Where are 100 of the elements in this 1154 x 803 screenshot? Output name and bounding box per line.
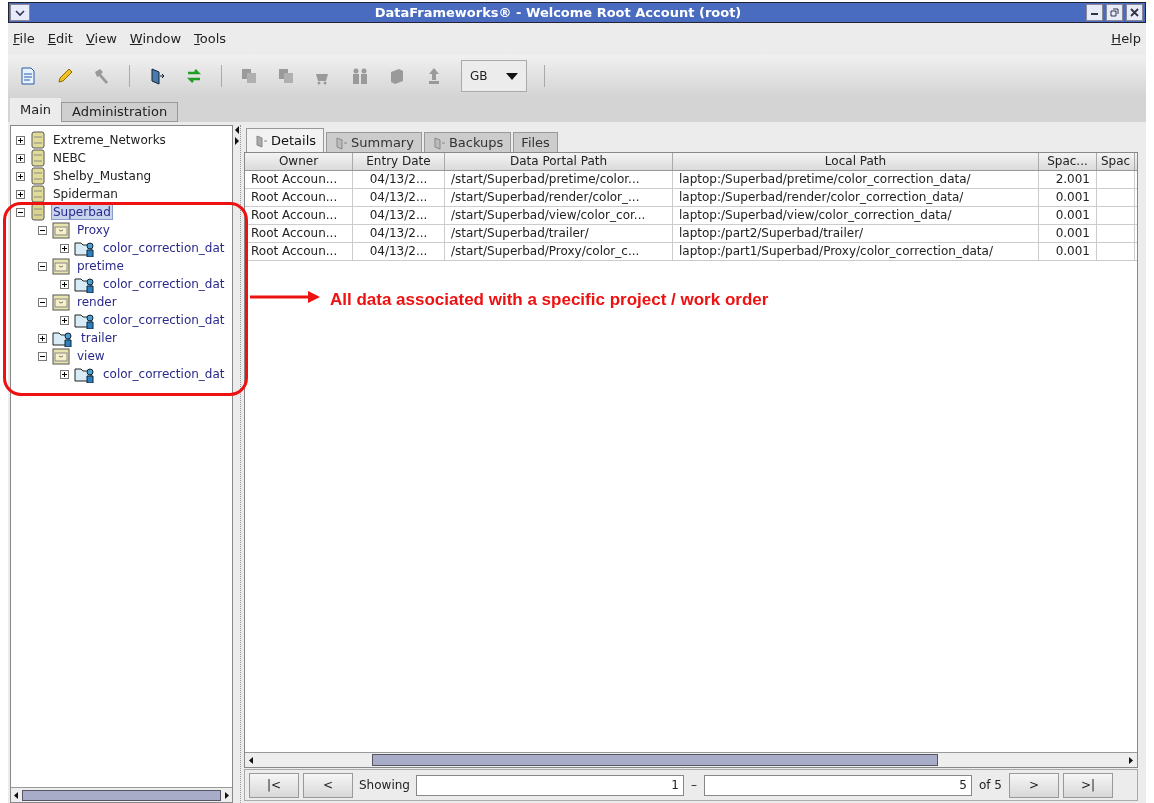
menu-item[interactable]: Help	[1111, 29, 1141, 49]
total-label: of 5	[977, 777, 1003, 794]
tab-icon	[334, 135, 349, 150]
expand-toggle[interactable]	[16, 171, 25, 181]
last-page-button[interactable]: >|	[1062, 772, 1113, 798]
table-cell: /start/Superbad/trailer/	[445, 225, 673, 242]
table-cell: 0.001	[1039, 243, 1097, 260]
column-header[interactable]: Spac...	[1039, 153, 1097, 170]
annotation-text: All data associated with a specific project / work order	[330, 289, 769, 311]
expand-toggle[interactable]	[60, 315, 69, 325]
expand-toggle[interactable]	[38, 333, 47, 343]
expand-toggle[interactable]	[60, 243, 69, 253]
horizontal-scrollbar[interactable]	[11, 787, 232, 802]
table-cell: /start/Superbad/view/color_cor...	[445, 207, 673, 224]
tab[interactable]: Summary	[326, 132, 422, 152]
maximize-icon	[1110, 8, 1119, 17]
collapse-toggle[interactable]	[38, 261, 47, 271]
pencil-icon[interactable]	[55, 66, 75, 86]
tree-item[interactable]: Proxy	[75, 222, 112, 238]
table-cell: /start/Superbad/pretime/color...	[445, 171, 673, 188]
tree-item[interactable]: view	[75, 348, 107, 364]
tree-item[interactable]: trailer	[79, 330, 119, 346]
table-cell: Root Accoun...	[245, 243, 353, 260]
expand-toggle[interactable]	[60, 279, 69, 289]
tab[interactable]: Main	[10, 98, 62, 122]
tree-item[interactable]: pretime	[75, 258, 126, 274]
expand-toggle[interactable]	[16, 189, 25, 199]
previous-page-button[interactable]: <	[303, 772, 353, 798]
table-cell: 04/13/2...	[353, 207, 445, 224]
arrow	[250, 290, 322, 304]
range-dash: –	[689, 777, 698, 794]
collapse-toggle[interactable]	[38, 351, 47, 361]
menu-item[interactable]: Edit	[47, 29, 73, 49]
table-cell: 0.001	[1039, 225, 1097, 242]
folder-icon	[52, 221, 70, 239]
close-icon	[1130, 8, 1139, 17]
folder-icon	[52, 257, 70, 275]
chevron-down-icon	[15, 8, 25, 17]
first-page-button[interactable]: |<	[249, 772, 299, 798]
tree-item[interactable]: render	[75, 294, 119, 310]
table-cell: 04/13/2...	[353, 225, 445, 242]
column-header[interactable]: Data Portal Path	[445, 153, 673, 170]
project-icon	[30, 185, 46, 203]
tree-item[interactable]: color_correction_dat	[101, 276, 227, 292]
expand-toggle[interactable]	[16, 135, 25, 145]
range-end-field[interactable]: 5	[703, 774, 972, 796]
minimize-button[interactable]	[1086, 4, 1103, 21]
shared-folder-icon	[74, 239, 96, 257]
tree-item[interactable]: color_correction_dat	[101, 240, 227, 256]
tab[interactable]: Files	[513, 132, 558, 152]
collapse-toggle[interactable]	[38, 225, 47, 235]
table-cell: 2.001	[1039, 171, 1097, 188]
window-menu-button[interactable]	[10, 4, 30, 21]
collapse-toggle[interactable]	[38, 297, 47, 307]
menu-item[interactable]: View	[85, 29, 117, 49]
menu-item[interactable]: Tools	[194, 29, 227, 49]
shared-folder-icon	[74, 311, 96, 329]
tab-icon	[431, 135, 446, 150]
tree-item[interactable]: Shelby_Mustang	[51, 168, 154, 184]
folder-icon	[52, 347, 70, 365]
table-cell: laptop:/part1/Superbad/Proxy/color_correction_data/	[673, 243, 1039, 260]
table-cell: 0.001	[1039, 207, 1097, 224]
tab[interactable]: Administration	[61, 102, 179, 122]
table-cell: /start/Superbad/Proxy/color_c...	[445, 243, 673, 260]
shared-folder-icon	[74, 275, 96, 293]
expand-toggle[interactable]	[60, 369, 69, 379]
column-header[interactable]: Spac	[1097, 153, 1135, 170]
project-icon	[30, 167, 46, 185]
column-header[interactable]: Local Path	[673, 153, 1039, 170]
table-cell: laptop:/part2/Superbad/trailer/	[673, 225, 1039, 242]
range-start-field[interactable]: 1	[415, 774, 684, 796]
tree-item[interactable]: Spiderman	[51, 186, 120, 202]
next-page-button[interactable]: >	[1008, 772, 1059, 798]
tree-item[interactable]: color_correction_dat	[101, 366, 227, 382]
collapse-toggle[interactable]	[16, 207, 25, 217]
close-button[interactable]	[1126, 4, 1143, 21]
table-cell: 04/13/2...	[353, 171, 445, 188]
window-title: DataFrameworks® - Welcome Root Account (root)	[373, 3, 743, 22]
table-cell: /start/Superbad/render/color_...	[445, 189, 673, 206]
shared-folder-icon	[52, 329, 74, 347]
shared-folder-icon	[74, 365, 96, 383]
expand-toggle[interactable]	[16, 153, 25, 163]
tab[interactable]: Backups	[423, 132, 512, 152]
splitter-arrows-icon[interactable]	[233, 125, 240, 147]
folder-icon	[52, 293, 70, 311]
column-header[interactable]: Entry Date	[353, 153, 445, 170]
column-header[interactable]: Owner	[245, 153, 353, 170]
unit-dropdown[interactable]: GB	[461, 60, 527, 92]
table-cell: Root Accoun...	[245, 189, 353, 206]
tree-item[interactable]: NEBC	[51, 150, 88, 166]
table-cell: 04/13/2...	[353, 243, 445, 260]
horizontal-scrollbar[interactable]	[245, 752, 1137, 767]
menu-item[interactable]: File	[13, 29, 35, 49]
table-cell: laptop:/Superbad/view/color_correction_data/	[673, 207, 1039, 224]
tab[interactable]: Details	[246, 128, 325, 152]
tree-item[interactable]: color_correction_dat	[101, 312, 227, 328]
tree-item[interactable]: Extreme_Networks	[51, 132, 168, 148]
dropdown-arrow-icon	[506, 72, 518, 80]
menu-item[interactable]: Window	[129, 29, 182, 49]
tab-icon	[254, 133, 268, 148]
